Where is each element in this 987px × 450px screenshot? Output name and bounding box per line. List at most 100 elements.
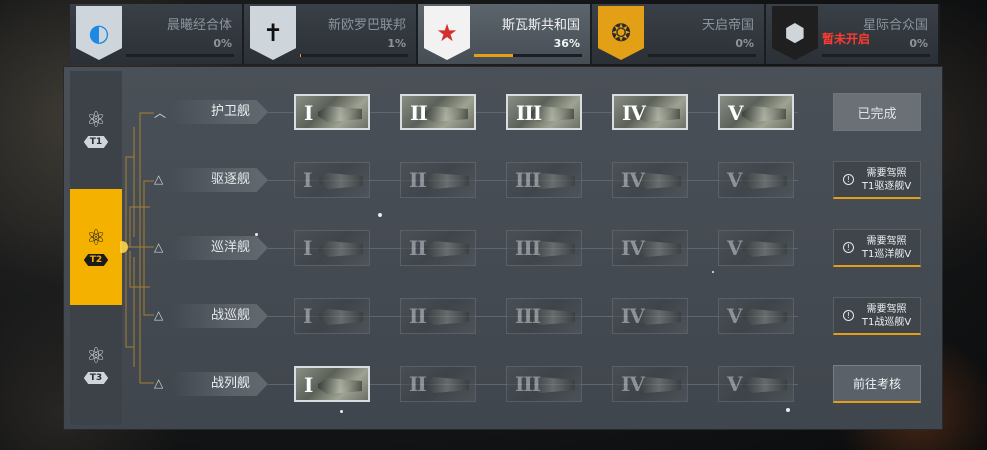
stage-numeral: II [409, 236, 427, 260]
faction-tab[interactable]: ◐ 晨曦经合体 0% [70, 4, 244, 64]
faction-progress-text: 0% [213, 37, 232, 50]
license-stage-card[interactable]: I [294, 230, 370, 266]
ship-thumbnail [743, 377, 787, 393]
info-icon: ! [842, 242, 854, 253]
particle [712, 271, 714, 273]
license-stage-card[interactable]: III [506, 230, 582, 266]
stage-numeral: I [304, 373, 313, 397]
license-stage-card[interactable]: III [506, 162, 582, 198]
stage-numeral: I [304, 101, 313, 125]
ship-class-row: △ 巡洋舰 I II III IV V! 需要驾照 T1巡洋舰V [64, 228, 944, 268]
license-stage-card[interactable]: III [506, 366, 582, 402]
stage-numeral: III [515, 236, 541, 260]
star-icon: ★ [436, 19, 458, 47]
locked-label: 暂未开启 [822, 32, 871, 46]
license-stage-card[interactable]: II [400, 230, 476, 266]
ship-thumbnail [425, 241, 469, 257]
license-stage-card[interactable]: IV [612, 94, 688, 130]
stage-numeral: V [727, 168, 743, 192]
ship-thumbnail [425, 377, 469, 393]
ship-thumbnail [424, 106, 468, 122]
stage-numeral: II [410, 101, 428, 125]
license-requirement-button[interactable]: ! 需要驾照 T1驱逐舰V [833, 161, 921, 199]
faction-tab[interactable]: ★ 斯瓦斯共和国 36% [418, 4, 592, 64]
faction-progress-text: 1% [387, 37, 406, 50]
ship-thumbnail [319, 241, 363, 257]
caret-icon: △ [154, 172, 164, 186]
faction-tab[interactable]: ⬢ 星际合众国 0% 暂未开启 [766, 4, 940, 64]
license-requirement-button[interactable]: ! 需要驾照 T1巡洋舰V [833, 229, 921, 267]
license-stage-card[interactable]: III [506, 94, 582, 130]
license-stage-card[interactable]: V [718, 298, 794, 334]
ship-thumbnail [318, 106, 362, 122]
stage-numeral: II [409, 372, 427, 396]
particle [786, 408, 790, 412]
ship-class-row: △ 驱逐舰 I II III IV V! 需要驾照 T1驱逐舰V [64, 160, 944, 200]
license-stage-card[interactable]: V [718, 162, 794, 198]
stage-numeral: III [515, 372, 541, 396]
license-stage-card[interactable]: V [718, 366, 794, 402]
faction-progress-text: 0% [909, 37, 928, 50]
faction-emblem: ⬢ [772, 6, 818, 60]
requirement-line1: 需要驾照 [866, 167, 907, 179]
license-stage-card[interactable]: V [718, 230, 794, 266]
ship-thumbnail [319, 173, 363, 189]
faction-progress-bar [822, 54, 930, 57]
disc-icon: ◐ [88, 19, 110, 47]
stage-numeral: II [409, 168, 427, 192]
requirement-text: 需要驾照 T1巡洋舰V [862, 235, 911, 261]
requirement-text: 需要驾照 T1战巡舰V [862, 303, 911, 329]
stage-numeral: I [303, 168, 312, 192]
license-stage-card[interactable]: V [718, 94, 794, 130]
faction-progress-bar [648, 54, 756, 57]
stage-numeral: I [303, 304, 312, 328]
particle [378, 213, 382, 217]
faction-tab[interactable]: ✝ 新欧罗巴联邦 1% [244, 4, 418, 64]
ship-thumbnail [743, 173, 787, 189]
ship-thumbnail [319, 309, 363, 325]
faction-progress-bar [300, 54, 408, 57]
completed-button[interactable]: 已完成 [833, 93, 921, 131]
faction-tab[interactable]: ❂ 天启帝国 0% [592, 4, 766, 64]
license-stage-card[interactable]: IV [612, 230, 688, 266]
ship-class-row: △ 战巡舰 I II III IV V! 需要驾照 T1战巡舰V [64, 296, 944, 336]
progress-fill [300, 54, 302, 57]
particle [255, 233, 258, 236]
license-stage-card[interactable]: I [294, 298, 370, 334]
stage-numeral: I [303, 236, 312, 260]
progress-fill [474, 54, 513, 57]
go-to-exam-button[interactable]: 前往考核 [833, 365, 921, 403]
cross-icon: ✝ [262, 19, 284, 47]
license-stage-card[interactable]: II [400, 162, 476, 198]
license-stage-card[interactable]: I [294, 366, 370, 402]
info-icon: ! [842, 174, 854, 185]
requirement-line1: 需要驾照 [866, 235, 907, 247]
license-stage-card[interactable]: IV [612, 162, 688, 198]
license-stage-card[interactable]: II [400, 94, 476, 130]
ship-class-label: 战巡舰 [172, 304, 268, 328]
stage-numeral: IV [621, 372, 645, 396]
stage-numeral: IV [621, 168, 645, 192]
license-stage-card[interactable]: II [400, 366, 476, 402]
ship-thumbnail [318, 378, 362, 394]
license-panel: ⚛ T1 ⚛ T2 ⚛ T3 ︿ 护卫舰 I II III IV V 已完成 △ 驱逐舰 I II III IV V!… [63, 66, 943, 430]
license-stage-card[interactable]: I [294, 94, 370, 130]
stage-numeral: IV [622, 101, 646, 125]
license-requirement-button[interactable]: ! 需要驾照 T1战巡舰V [833, 297, 921, 335]
ship-class-label: 护卫舰 [172, 100, 268, 124]
ship-thumbnail [425, 173, 469, 189]
faction-emblem: ✝ [250, 6, 296, 60]
license-stage-card[interactable]: II [400, 298, 476, 334]
stage-numeral: II [409, 304, 427, 328]
stage-numeral: IV [621, 304, 645, 328]
stage-numeral: V [728, 101, 744, 125]
faction-emblem: ★ [424, 6, 470, 60]
license-stage-card[interactable]: III [506, 298, 582, 334]
license-stage-card[interactable]: I [294, 162, 370, 198]
stage-numeral: III [516, 101, 542, 125]
license-stage-card[interactable]: IV [612, 366, 688, 402]
requirement-line2: T1战巡舰V [861, 316, 912, 328]
faction-name: 新欧罗巴联邦 [327, 18, 406, 33]
license-stage-card[interactable]: IV [612, 298, 688, 334]
faction-name: 斯瓦斯共和国 [501, 18, 580, 33]
